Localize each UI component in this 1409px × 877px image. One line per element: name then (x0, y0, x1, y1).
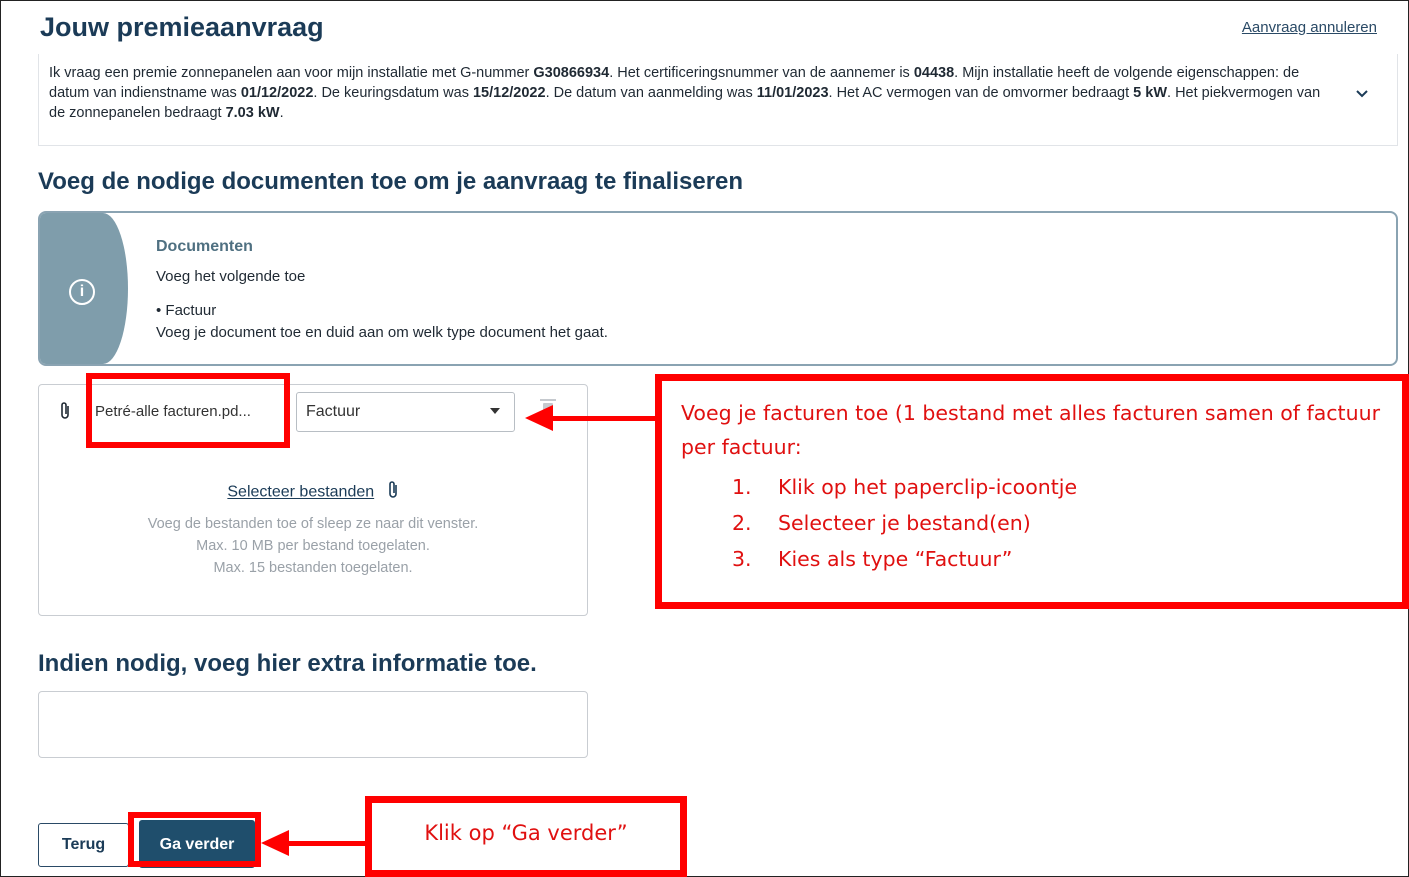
inspection-date: 15/12/2022 (472, 85, 546, 101)
annotation-arrow-head (261, 830, 289, 856)
callout-text: Voeg je facturen toe (1 bestand met alle… (681, 401, 1381, 459)
g-number: G30866934 (533, 65, 610, 81)
cancel-request-link[interactable]: Aanvraag annuleren (1242, 19, 1377, 36)
info-instruction: Voeg je document toe en duid aan om welk… (156, 324, 608, 341)
upload-hint: Voeg de bestanden toe of sleep ze naar d… (147, 516, 479, 532)
summary-text: Ik vraag een premie zonnepanelen aan voo… (49, 65, 1321, 121)
chevron-down-icon[interactable] (1355, 86, 1369, 102)
next-button-highlight-box (128, 812, 261, 867)
upload-instructions-callout: Voeg je facturen toe (1 bestand met alle… (655, 374, 1409, 609)
peak-power: 7.03 kW (225, 105, 280, 121)
callout-step: 2. Selecteer je bestand(en) (732, 511, 1031, 535)
info-bullet: • Factuur (156, 302, 217, 319)
paperclip-icon[interactable] (387, 481, 399, 504)
upload-hint: Max. 15 bestanden toegelaten. (213, 560, 413, 576)
upload-hint: Max. 10 MB per bestand toegelaten. (196, 538, 430, 554)
registration-date: 11/01/2023 (756, 85, 829, 101)
extra-info-textarea[interactable] (38, 691, 588, 758)
info-icon: i (69, 279, 95, 305)
ac-power: 5 kW (1133, 85, 1168, 101)
certification-number: 04438 (913, 65, 955, 81)
paperclip-icon[interactable] (59, 401, 71, 426)
documents-section-title: Voeg de nodige documenten toe om je aanv… (38, 168, 744, 195)
back-button[interactable]: Terug (38, 823, 129, 867)
next-callout-text: Klik op “Ga verder” (424, 821, 628, 845)
select-files-row: Selecteer bestanden (39, 480, 587, 505)
date-in-service: 01/12/2022 (240, 85, 314, 101)
callout-step: 1. Klik op het paperclip-icoontje (732, 475, 1078, 499)
document-type-select[interactable]: Factuur (296, 392, 515, 432)
annotation-arrow (552, 416, 656, 421)
annotation-arrow-head (525, 405, 553, 431)
info-title: Documenten (156, 238, 253, 255)
file-highlight-box (86, 373, 290, 448)
info-intro: Voeg het volgende toe (156, 268, 306, 285)
request-summary[interactable]: Ik vraag een premie zonnepanelen aan voo… (38, 54, 1398, 146)
callout-step: 3. Kies als type “Factuur” (732, 547, 1013, 571)
page-title: Jouw premieaanvraag (40, 12, 324, 42)
annotation-arrow (288, 841, 366, 846)
select-files-link[interactable]: Selecteer bestanden (227, 484, 374, 501)
document-type-value: Factuur (306, 403, 361, 420)
extra-info-title: Indien nodig, voeg hier extra informatie… (38, 650, 537, 677)
dropdown-arrow-icon (490, 408, 500, 414)
documents-info-box: i Documenten Voeg het volgende toe • Fac… (38, 211, 1398, 366)
next-callout: Klik op “Ga verder” (365, 796, 687, 877)
